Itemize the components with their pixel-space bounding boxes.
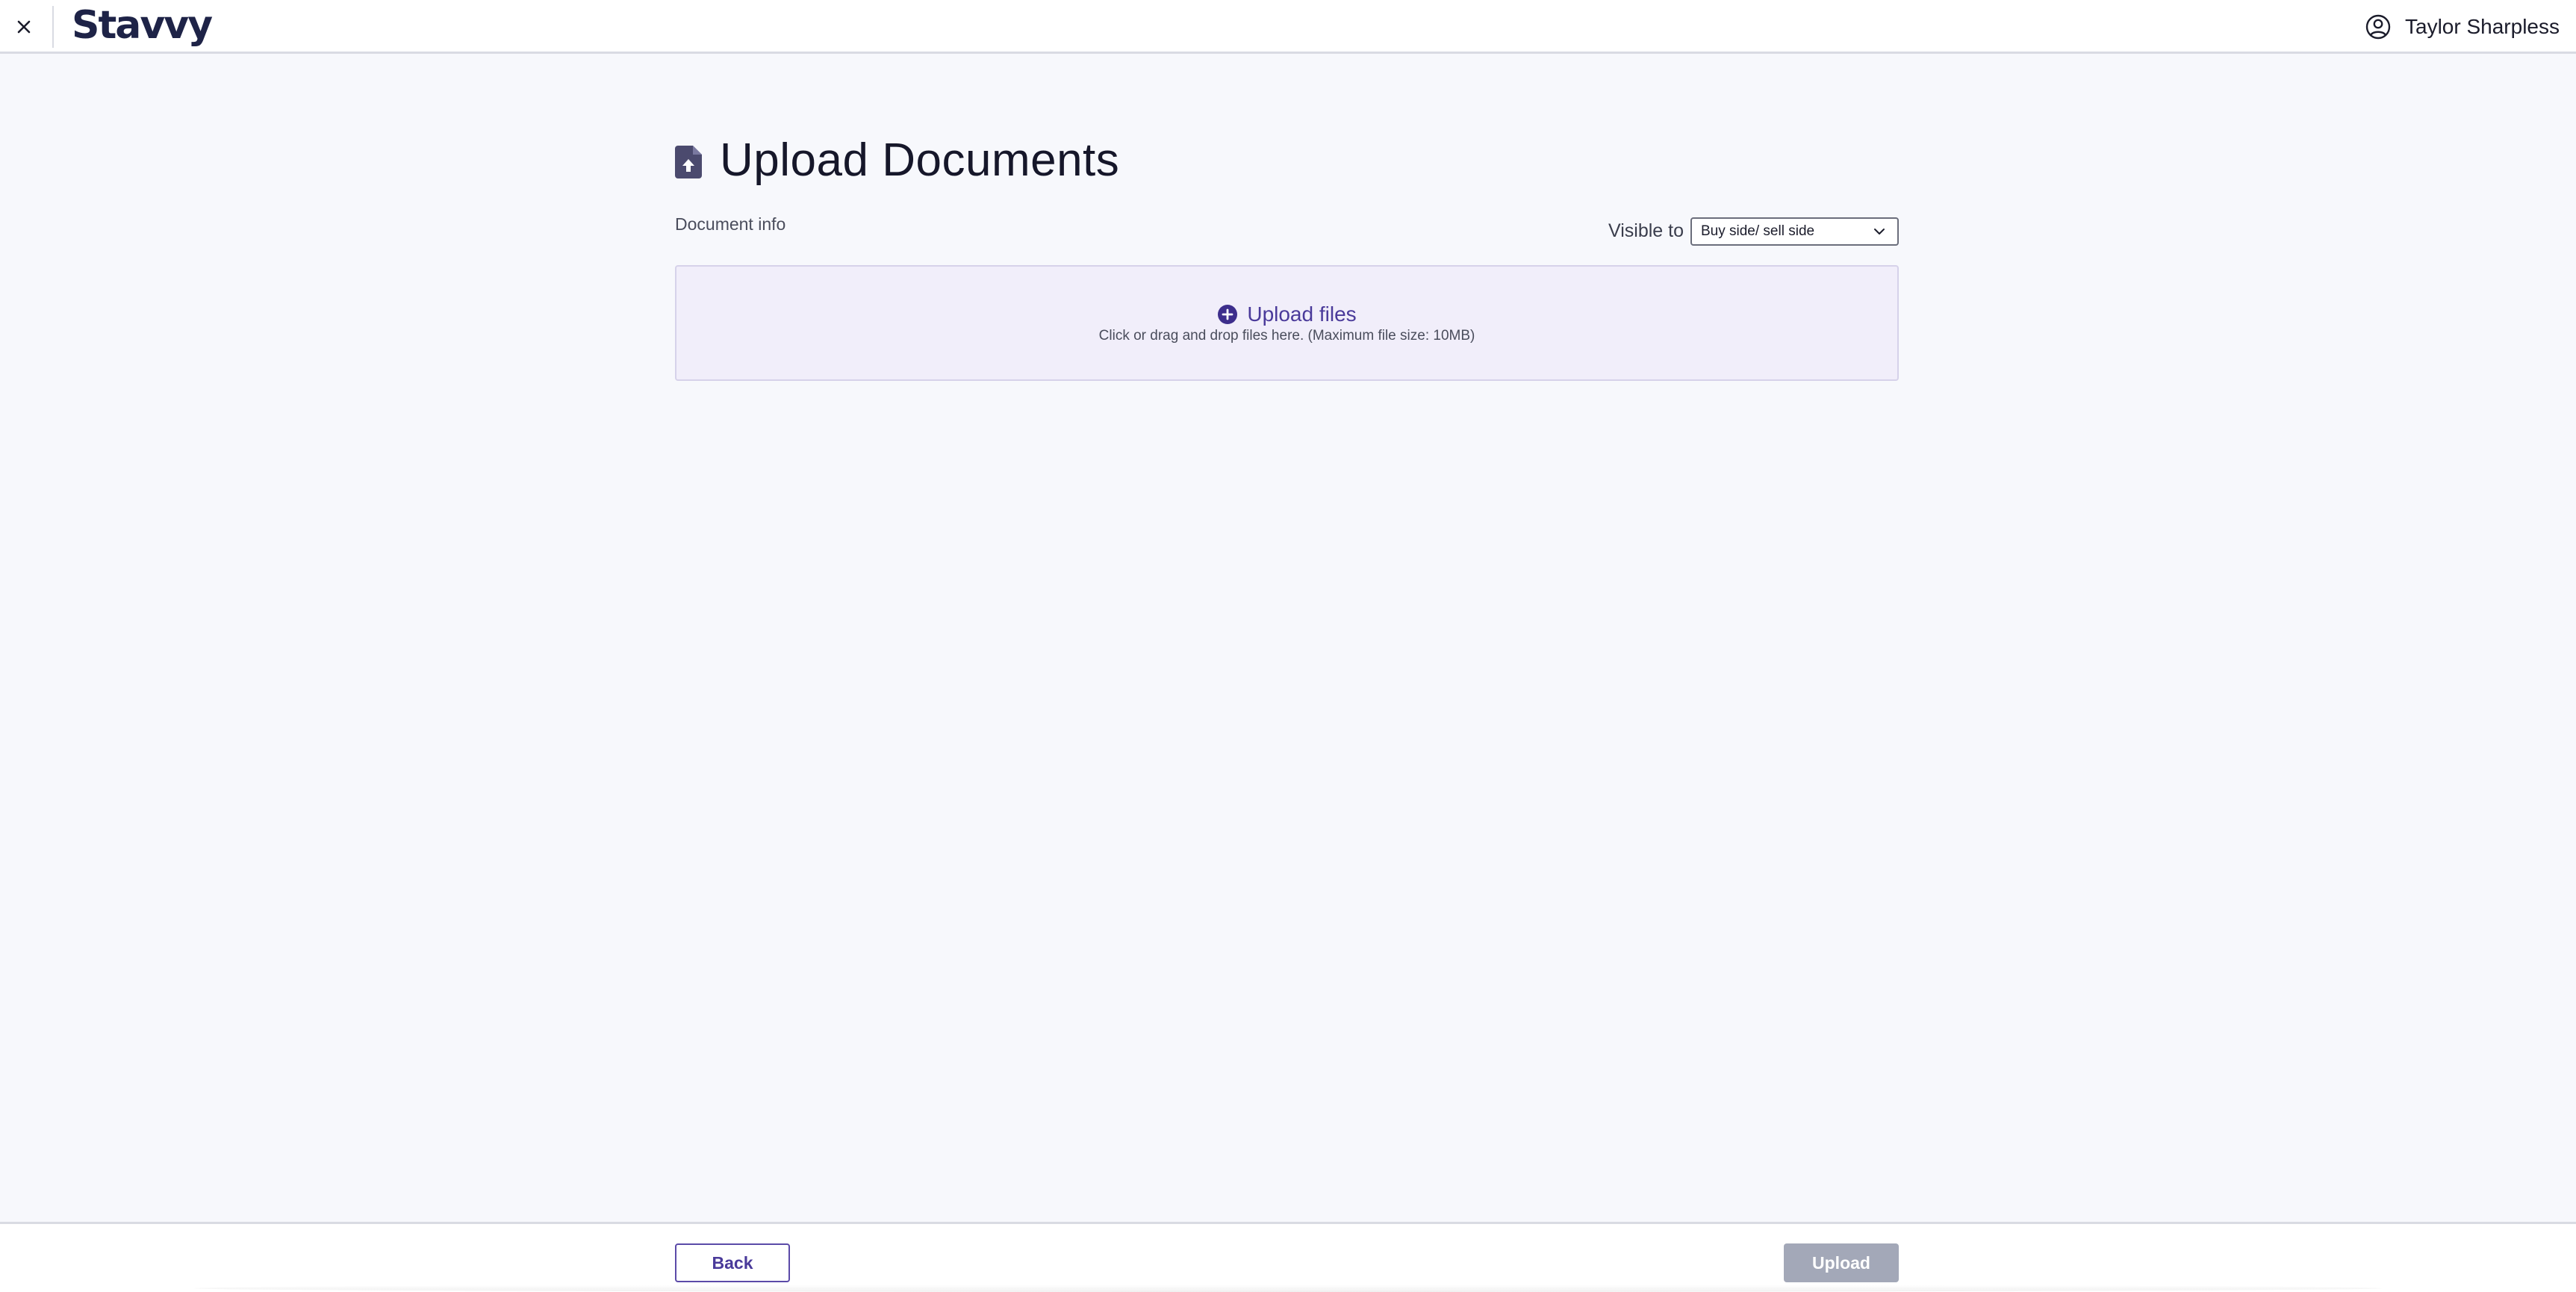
- page-title: Upload Documents: [720, 134, 1120, 186]
- file-upload-icon: [675, 146, 705, 180]
- upload-button[interactable]: Upload: [1784, 1243, 1899, 1282]
- visibility-select[interactable]: Buy side/ sell side: [1690, 217, 1899, 246]
- footer-bar: Back Upload: [0, 1222, 2576, 1292]
- close-button[interactable]: [10, 13, 37, 40]
- file-dropzone[interactable]: Upload files Click or drag and drop file…: [675, 265, 1899, 381]
- visible-to-label: Visible to: [1608, 220, 1684, 241]
- plus-circle-icon: [1217, 304, 1238, 325]
- dropzone-title-row: Upload files: [676, 302, 1897, 326]
- chevron-down-icon: [1872, 224, 1887, 239]
- dropzone-hint: Click or drag and drop files here. (Maxi…: [1098, 328, 1475, 344]
- close-icon: [17, 20, 31, 34]
- top-header: Stavvy Taylor Sharpless: [0, 0, 2576, 54]
- user-menu[interactable]: Taylor Sharpless: [2365, 9, 2560, 45]
- upload-files-label: Upload files: [1247, 302, 1357, 326]
- back-button[interactable]: Back: [675, 1243, 790, 1282]
- header-divider: [52, 6, 54, 48]
- footer-shadow: [194, 1285, 2382, 1292]
- visibility-select-value: Buy side/ sell side: [1701, 223, 1815, 239]
- user-circle-icon: [2365, 13, 2392, 40]
- stavvy-logo[interactable]: Stavvy: [72, 0, 213, 51]
- document-info-label: Document info: [675, 214, 786, 234]
- page-title-row: Upload Documents: [675, 133, 1119, 187]
- user-name: Taylor Sharpless: [2405, 15, 2560, 38]
